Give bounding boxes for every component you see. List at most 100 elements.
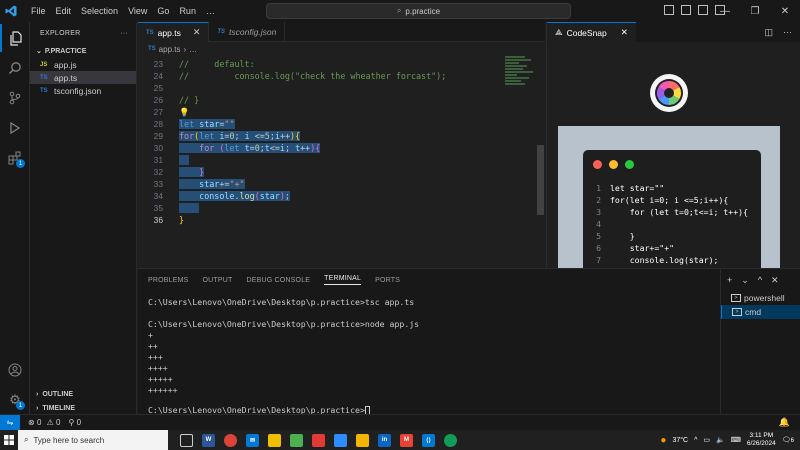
tab-terminal[interactable]: TERMINAL	[324, 275, 362, 285]
notifications-bell-icon[interactable]: 🔔	[779, 417, 790, 428]
toggle-secondary-sidebar-icon[interactable]	[698, 5, 708, 15]
tab-debug-console[interactable]: DEBUG CONSOLE	[246, 277, 310, 284]
ports-status[interactable]: ⚲ 0	[68, 418, 81, 427]
yellow-dot-icon	[609, 160, 618, 169]
windows-start-icon[interactable]	[0, 430, 18, 450]
minimap[interactable]	[505, 56, 537, 96]
breadcrumb-file[interactable]: app.ts	[159, 45, 181, 54]
mail-app-icon[interactable]: ✉	[246, 433, 259, 447]
terminal-cmd[interactable]: > cmd	[721, 305, 800, 319]
gmail-app-icon[interactable]: M	[400, 433, 413, 447]
new-terminal-icon[interactable]: +	[727, 275, 732, 285]
task-view-icon[interactable]	[180, 433, 193, 447]
terminal-powershell[interactable]: > powershell	[721, 291, 800, 305]
language-icon[interactable]: ⌨	[731, 436, 741, 444]
edge-app-icon[interactable]	[444, 433, 457, 447]
outline-section[interactable]: › OUTLINE	[30, 388, 137, 401]
snap-code-line: 4	[583, 218, 761, 230]
volume-icon[interactable]: 🔈	[716, 436, 725, 444]
js-file-icon: JS	[40, 61, 48, 68]
extensions-icon[interactable]: 1	[0, 144, 30, 172]
code-line: 31	[138, 154, 538, 166]
menu-more[interactable]: …	[201, 0, 220, 22]
file-label: app.js	[54, 59, 77, 70]
menu-run[interactable]: Run	[174, 0, 201, 22]
anydesk-app-icon[interactable]	[312, 433, 325, 447]
problems-status[interactable]: ⊗ 0 ⚠ 0	[28, 418, 60, 427]
drive-app-icon[interactable]	[356, 433, 369, 447]
minimize-button[interactable]: —	[710, 0, 740, 22]
menu-go[interactable]: Go	[152, 0, 174, 22]
tab-problems[interactable]: PROBLEMS	[148, 277, 189, 284]
accounts-icon[interactable]	[0, 356, 30, 384]
split-editor-icon[interactable]: ◫	[764, 27, 773, 38]
close-window-button[interactable]: ✕	[770, 0, 800, 22]
code-line: 27 💡	[138, 106, 538, 118]
search-view-icon[interactable]	[0, 54, 30, 82]
restore-button[interactable]: ❐	[740, 0, 770, 22]
vscode-taskbar-icon[interactable]: ⟨⟩	[422, 433, 435, 447]
temperature[interactable]: 37°C	[672, 437, 688, 444]
file-app-js[interactable]: JS app.js	[30, 58, 136, 71]
tab-label: tsconfig.json	[229, 27, 277, 37]
file-tsconfig-json[interactable]: TS tsconfig.json	[30, 84, 136, 97]
line-number: 1	[596, 183, 601, 193]
taskbar-search-input[interactable]: ⌕ Type here to search	[18, 430, 168, 450]
lightbulb-icon[interactable]: 💡	[179, 106, 189, 118]
breadcrumb-more[interactable]: …	[189, 45, 197, 54]
explorer-more-icon[interactable]: ···	[120, 30, 128, 37]
terminal-dropdown-icon[interactable]: ⌄	[741, 275, 749, 286]
run-debug-icon[interactable]	[0, 114, 30, 142]
shutter-camera-icon[interactable]	[650, 74, 688, 112]
breadcrumb: TS app.ts › …	[138, 42, 545, 56]
tab-app-ts[interactable]: TS app.ts ✕	[138, 22, 210, 42]
zoom-app-icon[interactable]	[334, 433, 347, 447]
close-tab-icon[interactable]: ✕	[621, 27, 628, 38]
line-number: 36	[153, 215, 163, 225]
snap-code-line: 6 star+="+"	[583, 242, 761, 254]
command-center-search[interactable]: ⌕ p.practice	[266, 3, 571, 19]
source-control-icon[interactable]	[0, 84, 30, 112]
file-app-ts[interactable]: TS app.ts	[30, 71, 136, 84]
linkedin-app-icon[interactable]: in	[378, 433, 391, 447]
remote-indicator-icon[interactable]: ⇋	[0, 414, 20, 431]
show-hidden-icons[interactable]: ^	[694, 437, 697, 444]
file-explorer-icon[interactable]	[268, 433, 281, 447]
network-icon[interactable]: ▭	[703, 436, 710, 444]
toggle-primary-sidebar-icon[interactable]	[664, 5, 674, 15]
settings-gear-icon[interactable]: ⚙ 1	[0, 386, 30, 414]
search-label: p.practice	[405, 6, 441, 16]
code-editor[interactable]: 23// default: 24// console.log("check th…	[138, 56, 538, 226]
notification-center-icon[interactable]: 🗨6	[782, 436, 794, 444]
close-tab-icon[interactable]: ✕	[193, 27, 201, 38]
explorer-icon[interactable]	[0, 24, 30, 52]
tab-output[interactable]: OUTPUT	[203, 277, 233, 284]
line-number: 35	[153, 203, 163, 213]
menu-selection[interactable]: Selection	[76, 0, 123, 22]
clock[interactable]: 3:11 PM 6/26/2024	[747, 432, 776, 448]
line-number: 30	[153, 143, 163, 153]
maximize-panel-icon[interactable]: ^	[758, 275, 762, 285]
error-count: 0	[36, 418, 42, 427]
editor-scrollbar[interactable]	[537, 145, 544, 215]
line-number: 7	[596, 255, 601, 265]
code-line: 24// console.log("check the wheather for…	[138, 70, 538, 82]
word-app-icon[interactable]: W	[202, 433, 215, 447]
menu-view[interactable]: View	[123, 0, 152, 22]
chrome-app-icon[interactable]	[224, 433, 237, 447]
folder-p-practice[interactable]: ⌄ P.PRACTICE	[30, 44, 136, 58]
line-number: 28	[153, 119, 163, 129]
code-line: 25	[138, 82, 538, 94]
code-line: 32 ····}	[138, 166, 538, 178]
more-actions-icon[interactable]: ···	[783, 27, 792, 38]
windows-taskbar: ⌕ Type here to search W ✉ in M ⟨⟩ ● 37°C…	[0, 430, 800, 450]
tab-ports[interactable]: PORTS	[375, 277, 400, 284]
tab-tsconfig-json[interactable]: TS tsconfig.json	[209, 22, 286, 42]
close-panel-icon[interactable]: ✕	[771, 275, 779, 286]
menu-edit[interactable]: Edit	[51, 0, 77, 22]
menu-file[interactable]: File	[26, 0, 51, 22]
toggle-panel-icon[interactable]	[681, 5, 691, 15]
line-number: 27	[153, 107, 163, 117]
nodejs-app-icon[interactable]	[290, 433, 303, 447]
tab-codesnap[interactable]: ⟁ CodeSnap ✕	[547, 22, 636, 42]
